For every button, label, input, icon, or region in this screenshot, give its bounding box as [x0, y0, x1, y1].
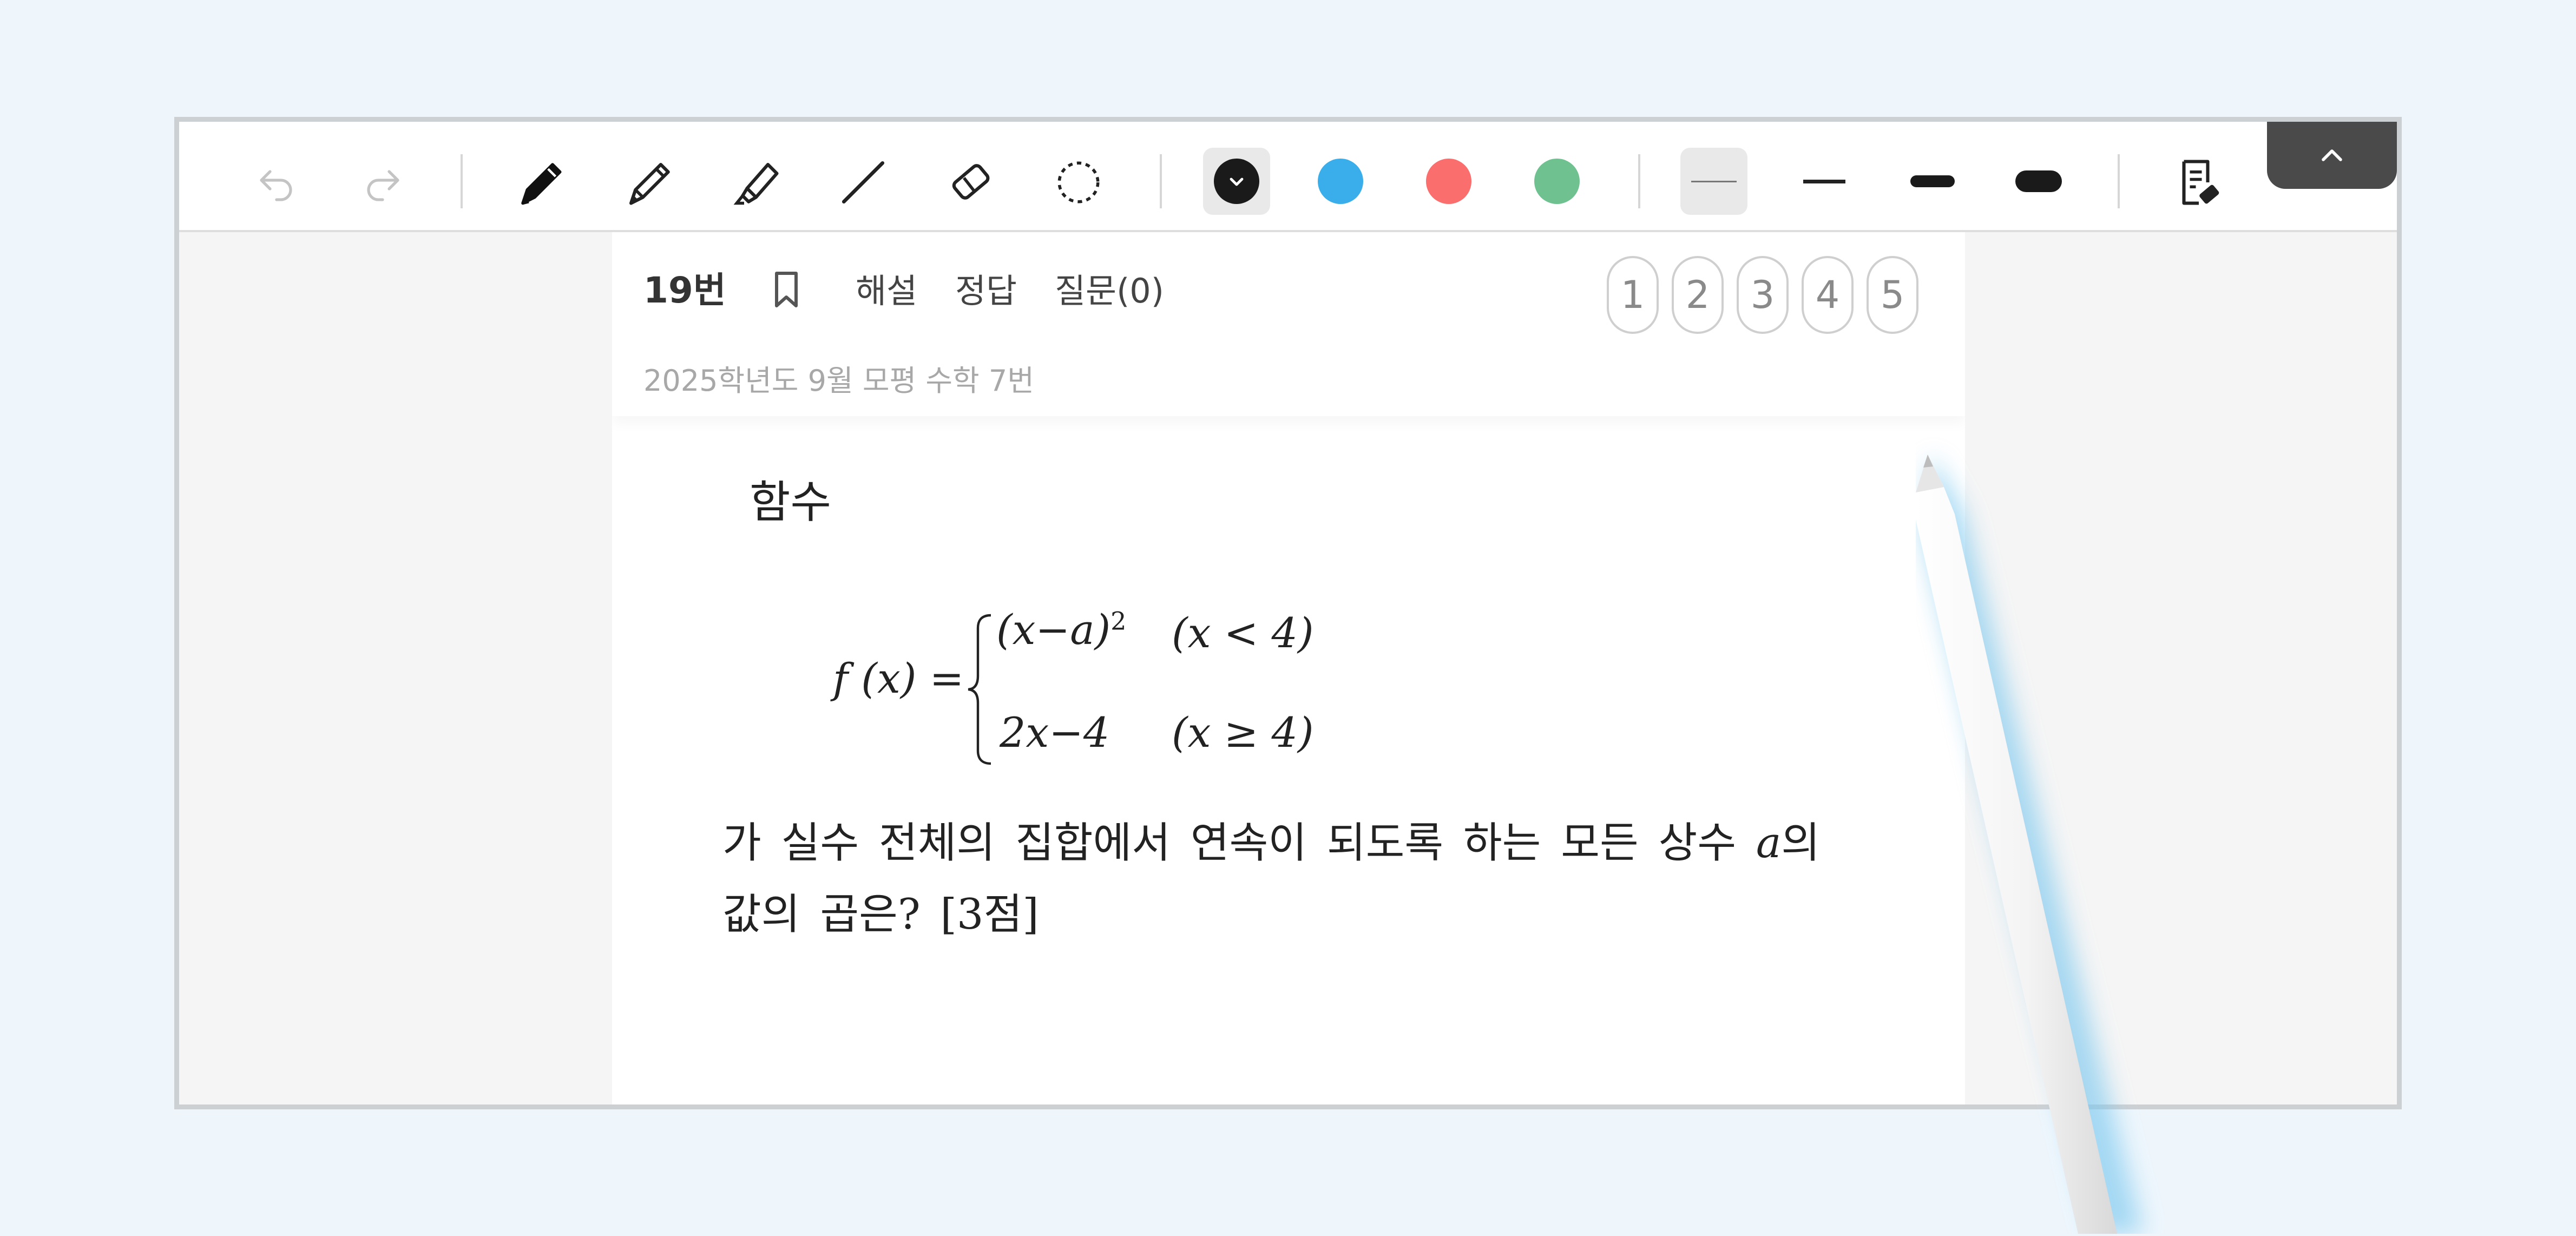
- question-body-line2: 값의 곱은? [3점]: [722, 890, 1039, 939]
- redo-icon[interactable]: [350, 150, 415, 215]
- highlighter-icon[interactable]: [719, 146, 793, 219]
- stylus-pencil-illustration: [1916, 433, 2165, 1236]
- piecewise-brace: [965, 611, 995, 770]
- answer-button-3[interactable]: 3: [1737, 256, 1789, 334]
- note-eraser-icon[interactable]: [2162, 146, 2236, 219]
- case1-base: (x−a): [996, 606, 1111, 654]
- case2-condition: (x ≥ 4): [1172, 708, 1314, 757]
- body-text: 가 실수 전체의 집합에서 연속이 되도록 하는 모든 상수: [722, 819, 1737, 867]
- answer-link[interactable]: 정답: [955, 264, 1017, 312]
- case1-exponent: 2: [1110, 606, 1127, 636]
- color-red[interactable]: [1426, 159, 1471, 204]
- answer-button-2[interactable]: 2: [1672, 256, 1724, 334]
- question-source: 2025학년도 9월 모평 수학 7번: [643, 364, 1034, 398]
- case2-expression: 2x−4: [1000, 708, 1110, 757]
- bookmark-icon[interactable]: [769, 269, 804, 312]
- question-body-line1: 가 실수 전체의 집합에서 연속이 되도록 하는 모든 상수 a의: [722, 809, 1820, 870]
- body-text: 의: [1781, 819, 1821, 867]
- stroke-thick[interactable]: [2005, 148, 2072, 215]
- question-header: 19번 해설 정답 질문(0) 2025학년도 9월 모평 수학 7번 1 2 …: [612, 232, 1965, 416]
- answer-button-5[interactable]: 5: [1867, 256, 1918, 334]
- undo-icon[interactable]: [244, 150, 309, 215]
- pencil-icon[interactable]: [612, 146, 686, 219]
- toolbar-divider: [461, 154, 463, 208]
- question-number: 19번: [643, 269, 726, 311]
- explanation-link[interactable]: 해설: [856, 264, 917, 312]
- stroke-line: [1691, 180, 1737, 182]
- color-green[interactable]: [1534, 159, 1580, 204]
- eraser-icon[interactable]: [935, 146, 1008, 219]
- stroke-extra-thin-selected[interactable]: [1680, 148, 1747, 215]
- toolbar-divider: [1638, 154, 1640, 208]
- line-icon[interactable]: [826, 146, 900, 219]
- question-paper: 19번 해설 정답 질문(0) 2025학년도 9월 모평 수학 7번 1 2 …: [612, 232, 1965, 1104]
- variable-a: a: [1756, 819, 1782, 867]
- chevron-down-icon: [1214, 159, 1259, 204]
- color-blue[interactable]: [1318, 159, 1363, 204]
- drawing-toolbar: [179, 122, 2397, 232]
- stroke-line: [1910, 175, 1955, 187]
- chevron-up-icon: [2322, 149, 2342, 161]
- color-black-selected[interactable]: [1203, 148, 1270, 215]
- stroke-medium[interactable]: [1899, 148, 1966, 215]
- answer-button-1[interactable]: 1: [1607, 256, 1659, 334]
- toolbar-divider: [1160, 154, 1162, 208]
- collapse-toolbar-button[interactable]: [2267, 122, 2397, 189]
- case1-condition: (x < 4): [1172, 609, 1314, 657]
- case1-expression: (x−a)2: [996, 606, 1126, 654]
- stroke-thin[interactable]: [1791, 148, 1858, 215]
- pen-icon[interactable]: [504, 146, 577, 219]
- lasso-icon[interactable]: [1042, 146, 1115, 219]
- questions-link[interactable]: 질문(0): [1055, 264, 1164, 312]
- function-lhs: f (x) =: [833, 654, 964, 702]
- stroke-line: [2015, 170, 2062, 192]
- stroke-line: [1803, 179, 1845, 183]
- question-intro: 함수: [750, 477, 831, 528]
- toolbar-divider: [2118, 154, 2120, 208]
- answer-button-4[interactable]: 4: [1802, 256, 1854, 334]
